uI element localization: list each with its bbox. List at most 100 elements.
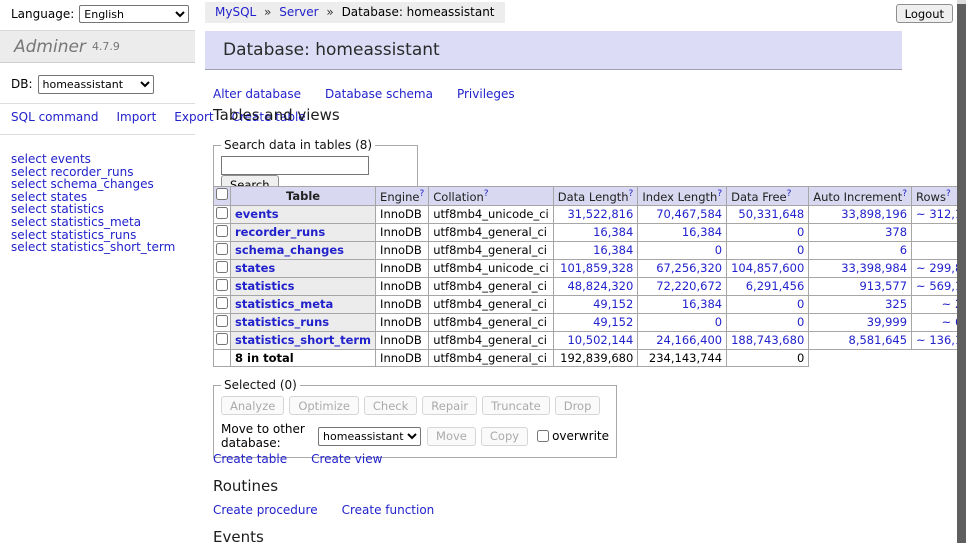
auto-increment-link[interactable]: 325 xyxy=(885,297,907,311)
index-length-link[interactable]: 0 xyxy=(715,243,722,257)
table-link-statistics-runs[interactable]: statistics_runs xyxy=(235,315,329,329)
repair-button[interactable]: Repair xyxy=(422,396,477,415)
auto-increment-link[interactable]: 8,581,645 xyxy=(849,333,908,347)
row-checkbox[interactable] xyxy=(216,279,228,291)
move-db-select[interactable]: homeassistant xyxy=(318,427,421,446)
auto-increment-link[interactable]: 33,898,196 xyxy=(841,207,907,221)
index-length-link[interactable]: 72,220,672 xyxy=(656,279,722,293)
auto-increment-link[interactable]: 33,398,984 xyxy=(841,261,907,275)
data-free-link[interactable]: 6,291,456 xyxy=(746,279,805,293)
breadcrumb-server-link[interactable]: Server xyxy=(279,5,318,19)
table-link-statistics[interactable]: statistics xyxy=(235,279,295,293)
index-length-link[interactable]: 16,384 xyxy=(682,225,722,239)
help-icon[interactable]: ? xyxy=(419,189,424,199)
link-create-function[interactable]: Create function xyxy=(342,503,435,517)
index-length-link[interactable]: 70,467,584 xyxy=(656,207,722,221)
index-length-link[interactable]: 0 xyxy=(715,315,722,329)
truncate-button[interactable]: Truncate xyxy=(482,396,550,415)
data-length-link[interactable]: 10,502,144 xyxy=(567,333,633,347)
engine-cell: InnoDB xyxy=(376,241,429,259)
data-length-link[interactable]: 48,824,320 xyxy=(567,279,633,293)
index-length-link[interactable]: 24,166,400 xyxy=(656,333,722,347)
check-button[interactable]: Check xyxy=(364,396,417,415)
sidebar-item-select-statistics-short-term[interactable]: select statistics_short_term xyxy=(11,241,195,254)
data-free-link[interactable]: 50,331,648 xyxy=(738,207,804,221)
data-length-link[interactable]: 16,384 xyxy=(593,225,633,239)
table-link-schema-changes[interactable]: schema_changes xyxy=(235,243,344,257)
table-name-cell: statistics_runs xyxy=(231,313,376,331)
analyze-button[interactable]: Analyze xyxy=(221,396,284,415)
link-create-view[interactable]: Create view xyxy=(311,452,382,466)
row-checkbox[interactable] xyxy=(216,225,228,237)
link-privileges[interactable]: Privileges xyxy=(457,87,515,101)
data-free-link[interactable]: 0 xyxy=(797,315,804,329)
row-checkbox[interactable] xyxy=(216,243,228,255)
link-database-schema[interactable]: Database schema xyxy=(325,87,433,101)
row-checkbox[interactable] xyxy=(216,315,228,327)
auto-increment-cell: 6 xyxy=(809,241,912,259)
adminer-logo-link[interactable]: Adminer xyxy=(14,37,86,57)
vertical-scrollbar[interactable] xyxy=(957,0,966,543)
sidebar-item-select-schema-changes[interactable]: select schema_changes xyxy=(11,178,195,191)
data-length-link[interactable]: 49,152 xyxy=(593,315,633,329)
row-checkbox[interactable] xyxy=(216,297,228,309)
link-create-table[interactable]: Create table xyxy=(213,452,287,466)
row-checkbox[interactable] xyxy=(216,333,228,345)
sidebar-link-sql-command[interactable]: SQL command xyxy=(11,110,98,124)
data-length-cell: 48,824,320 xyxy=(553,277,638,295)
link-create-procedure[interactable]: Create procedure xyxy=(213,503,318,517)
data-free-link[interactable]: 0 xyxy=(797,297,804,311)
help-icon[interactable]: ? xyxy=(484,189,489,199)
select-all-checkbox[interactable] xyxy=(216,188,228,200)
index-length-link[interactable]: 16,384 xyxy=(682,297,722,311)
data-free-cell: 104,857,600 xyxy=(727,259,809,277)
data-free-link[interactable]: 0 xyxy=(797,225,804,239)
auto-increment-link[interactable]: 378 xyxy=(885,225,907,239)
data-free-link[interactable]: 0 xyxy=(797,243,804,257)
auto-increment-link[interactable]: 913,577 xyxy=(859,279,907,293)
index-length-link[interactable]: 67,256,320 xyxy=(656,261,722,275)
move-button[interactable]: Move xyxy=(427,427,476,446)
scrollbar-thumb[interactable] xyxy=(957,4,966,543)
drop-button[interactable]: Drop xyxy=(555,396,601,415)
collation-cell: utf8mb4_unicode_ci xyxy=(429,205,554,223)
help-icon[interactable]: ? xyxy=(787,189,792,199)
language-select[interactable]: English xyxy=(79,5,189,23)
auto-increment-link[interactable]: 6 xyxy=(900,243,907,257)
table-link-statistics-meta[interactable]: statistics_meta xyxy=(235,297,333,311)
search-input[interactable] xyxy=(221,156,369,175)
db-select[interactable]: homeassistant xyxy=(38,75,154,94)
auto-increment-cell: 39,999 xyxy=(809,313,912,331)
breadcrumb-mysql-link[interactable]: MySQL xyxy=(215,5,256,19)
table-link-statistics-short-term[interactable]: statistics_short_term xyxy=(235,333,371,347)
table-link-recorder-runs[interactable]: recorder_runs xyxy=(235,225,325,239)
copy-button[interactable]: Copy xyxy=(481,427,528,446)
optimize-button[interactable]: Optimize xyxy=(289,396,359,415)
data-free-link[interactable]: 188,743,680 xyxy=(731,333,804,347)
engine-cell: InnoDB xyxy=(376,277,429,295)
row-checkbox[interactable] xyxy=(216,207,228,219)
row-checkbox[interactable] xyxy=(216,261,228,273)
sidebar-item-select-events[interactable]: select events xyxy=(11,153,195,166)
sidebar-link-import[interactable]: Import xyxy=(116,110,156,124)
data-length-link[interactable]: 16,384 xyxy=(593,243,633,257)
help-icon[interactable]: ? xyxy=(717,189,722,199)
sidebar-item-select-statistics-meta[interactable]: select statistics_meta xyxy=(11,216,195,229)
help-icon[interactable]: ? xyxy=(946,189,951,199)
sidebar-link-export[interactable]: Export xyxy=(174,110,213,124)
auto-increment-link[interactable]: 39,999 xyxy=(867,315,907,329)
help-icon[interactable]: ? xyxy=(629,189,634,199)
data-free-link[interactable]: 104,857,600 xyxy=(731,261,804,275)
link-alter-database[interactable]: Alter database xyxy=(213,87,301,101)
column-header-index-length: Index Length? xyxy=(638,187,727,206)
engine-cell: InnoDB xyxy=(376,295,429,313)
data-length-link[interactable]: 49,152 xyxy=(593,297,633,311)
logout-button[interactable]: Logout xyxy=(896,4,953,23)
table-link-states[interactable]: states xyxy=(235,261,275,275)
table-row: statistics_short_termInnoDButf8mb4_gener… xyxy=(214,331,966,349)
data-length-link[interactable]: 31,522,816 xyxy=(567,207,633,221)
data-length-link[interactable]: 101,859,328 xyxy=(560,261,633,275)
help-icon[interactable]: ? xyxy=(902,189,907,199)
overwrite-checkbox[interactable] xyxy=(537,430,549,442)
table-link-events[interactable]: events xyxy=(235,207,279,221)
